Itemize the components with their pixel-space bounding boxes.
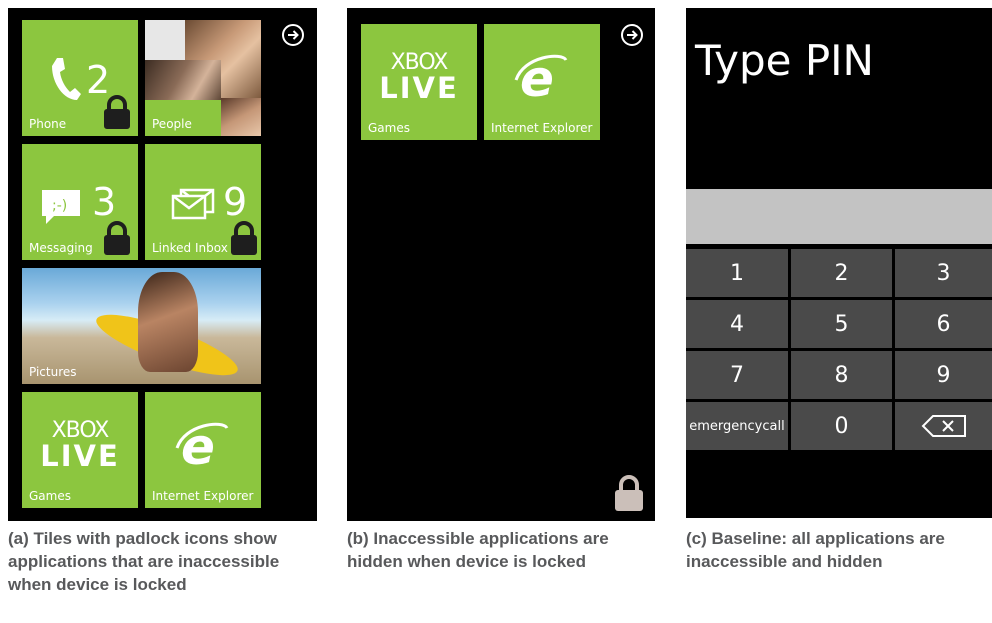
emergency-call-button[interactable]: emergencycall [686, 402, 788, 450]
svg-text:;-): ;-) [52, 198, 67, 214]
messaging-count: 3 [92, 180, 117, 224]
screen-c: Type PIN 1 2 3 4 5 6 7 8 9 emergencycall… [686, 8, 992, 518]
person-photo [145, 20, 185, 60]
tile-label: Games [29, 489, 71, 503]
tile-games[interactable]: XBOX LIVE Games [22, 392, 138, 508]
xbox-live-logo: XBOX LIVE [367, 52, 471, 105]
xbox-live-logo: XBOX LIVE [28, 420, 132, 473]
linked-inbox-count: 9 [223, 180, 248, 224]
tile-internet-explorer[interactable]: e Internet Explorer [484, 24, 600, 140]
arrow-right-icon[interactable] [620, 23, 644, 47]
phone-icon [52, 58, 81, 100]
xbox-logo-bottom: LIVE [40, 439, 120, 473]
message-bubble-icon: ;-) [42, 190, 80, 224]
tile-label: Pictures [29, 365, 77, 379]
key-8[interactable]: 8 [791, 351, 892, 399]
screen-a: 2 Phone People ;-) 3 Messaging 9 Linked … [8, 8, 317, 521]
key-6[interactable]: 6 [895, 300, 992, 348]
xbox-logo-bottom: LIVE [379, 71, 459, 105]
key-7[interactable]: 7 [686, 351, 788, 399]
tile-label: Games [368, 121, 410, 135]
padlock-icon [615, 475, 643, 511]
caption-c: (c) Baseline: all applications are inacc… [686, 529, 945, 571]
padlock-icon [231, 221, 257, 255]
key-9[interactable]: 9 [895, 351, 992, 399]
tile-label: Linked Inbox [152, 241, 228, 255]
person-photo [221, 98, 261, 136]
tile-pictures[interactable]: Pictures [22, 268, 261, 384]
pin-input[interactable] [686, 189, 992, 244]
tile-label: People [152, 117, 192, 131]
tile-messaging[interactable]: ;-) 3 Messaging [22, 144, 138, 260]
tile-label: Internet Explorer [152, 489, 254, 503]
key-5[interactable]: 5 [791, 300, 892, 348]
internet-explorer-icon: e [175, 418, 229, 470]
tile-internet-explorer[interactable]: e Internet Explorer [145, 392, 261, 508]
page-title: Type PIN [695, 36, 874, 85]
person-photo [145, 60, 221, 100]
tile-label: Phone [29, 117, 67, 131]
tile-people[interactable]: People [145, 20, 261, 136]
backspace-icon [921, 415, 966, 437]
tile-label: Messaging [29, 241, 93, 255]
backspace-button[interactable] [895, 402, 992, 450]
caption-b: (b) Inaccessible applications are hidden… [347, 529, 609, 571]
padlock-icon [104, 95, 130, 129]
tile-phone[interactable]: 2 Phone [22, 20, 138, 136]
padlock-icon [104, 221, 130, 255]
key-1[interactable]: 1 [686, 249, 788, 297]
tile-linked-inbox[interactable]: 9 Linked Inbox [145, 144, 261, 260]
internet-explorer-icon: e [514, 50, 568, 102]
key-0[interactable]: 0 [791, 402, 892, 450]
key-3[interactable]: 3 [895, 249, 992, 297]
arrow-right-icon[interactable] [281, 23, 305, 47]
tile-label: Internet Explorer [491, 121, 593, 135]
tile-games[interactable]: XBOX LIVE Games [361, 24, 477, 140]
caption-a: (a) Tiles with padlock icons show applic… [8, 529, 280, 594]
screen-b: XBOX LIVE Games e Internet Explorer [347, 8, 655, 521]
surfer-shape [138, 272, 198, 372]
key-2[interactable]: 2 [791, 249, 892, 297]
envelope-icon [171, 188, 215, 220]
key-4[interactable]: 4 [686, 300, 788, 348]
